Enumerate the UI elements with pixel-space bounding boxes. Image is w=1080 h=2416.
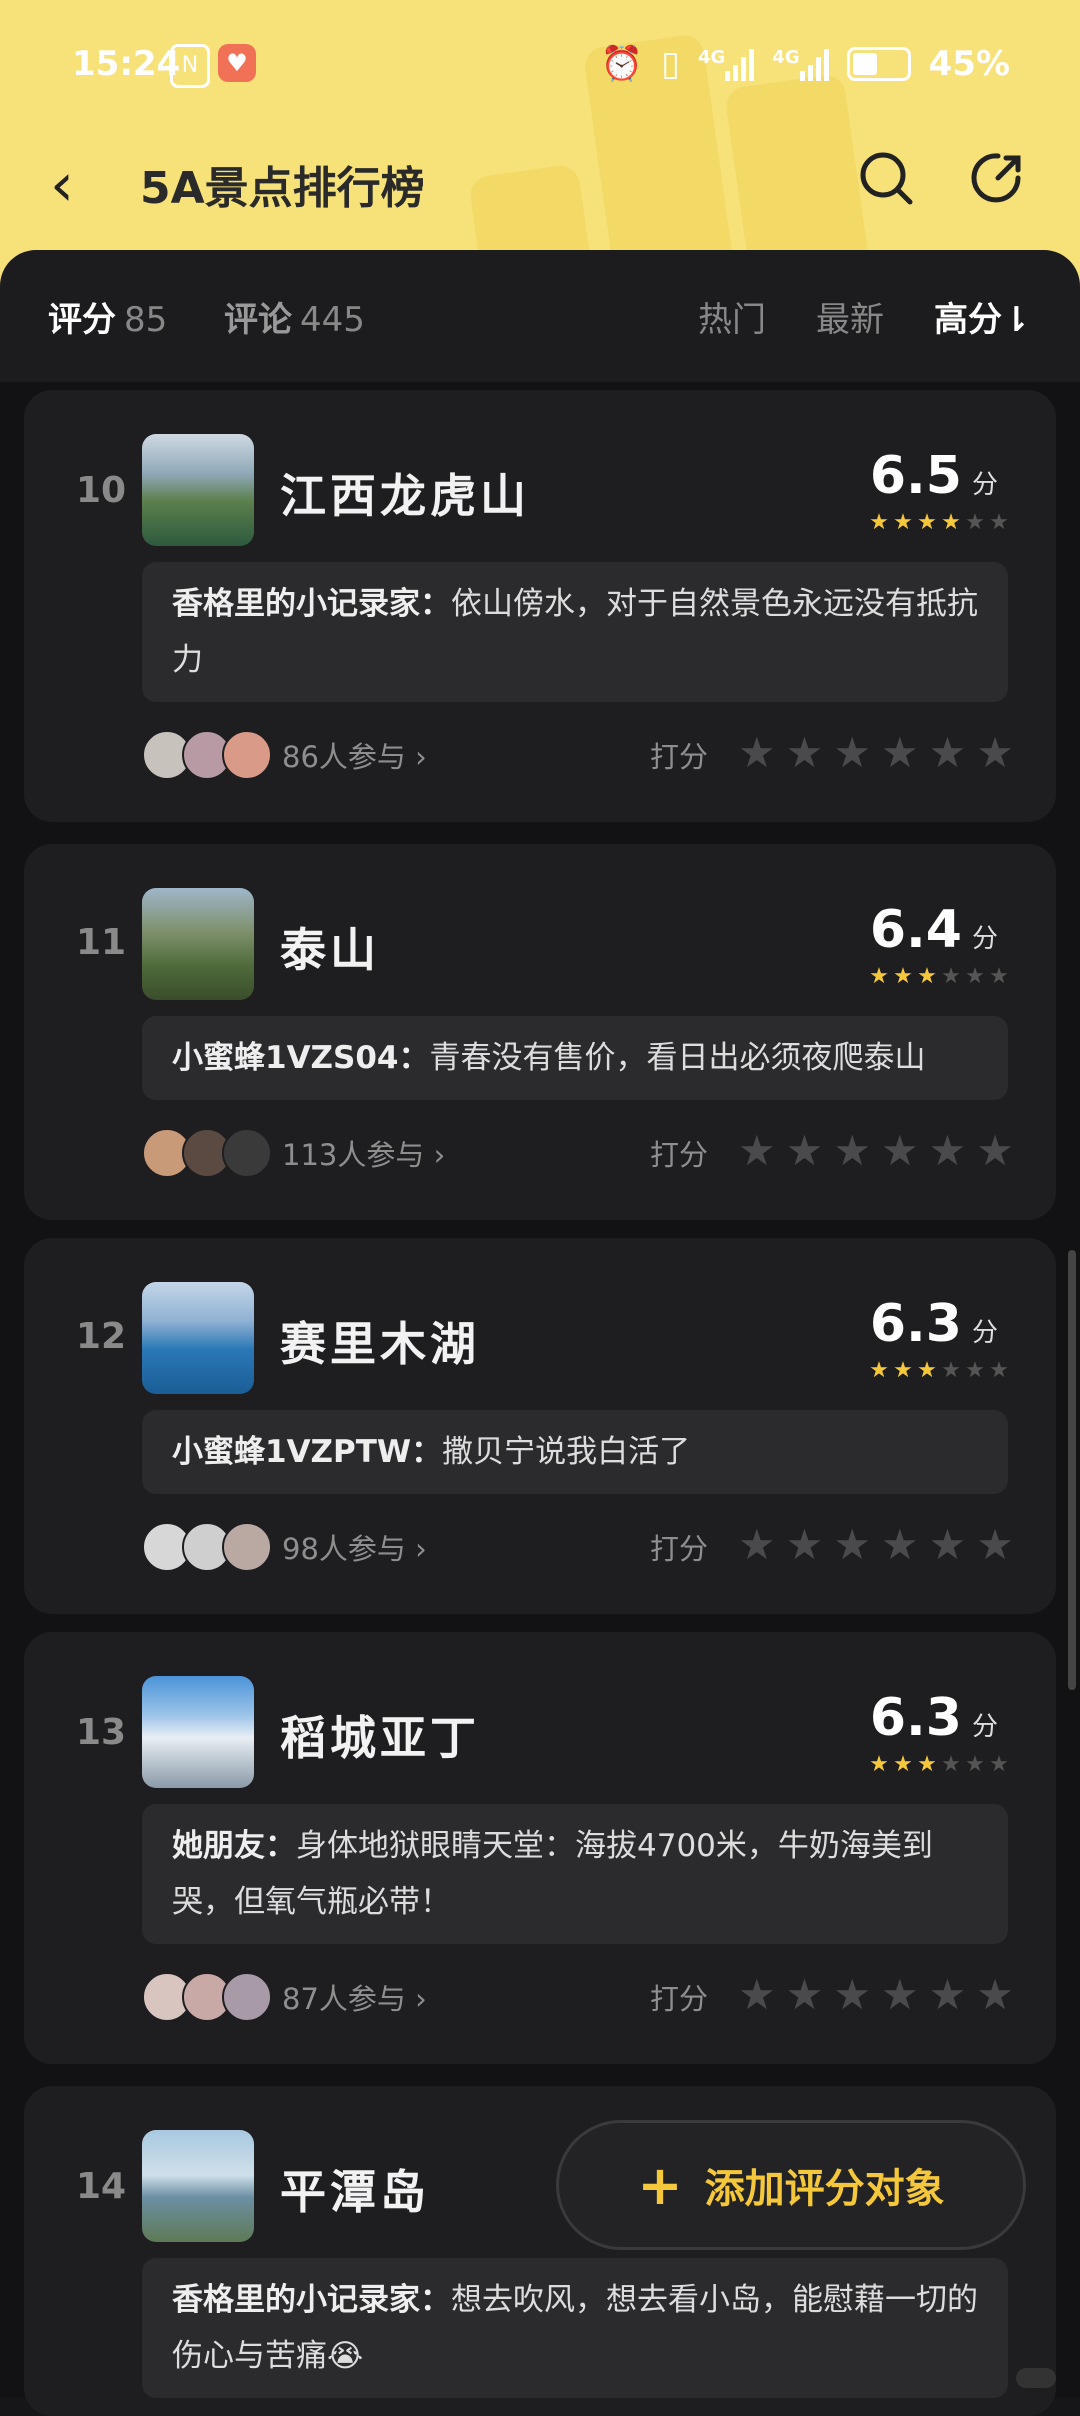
status-time: 15:24 (72, 44, 181, 84)
star-rating: ★ ★ ★ ★ ★ ★ (869, 1752, 1009, 1777)
nav-bar: ‹ 5A景点排行榜 (0, 140, 1080, 220)
add-rating-target-button[interactable]: + 添加评分对象 (556, 2120, 1026, 2250)
spot-thumbnail[interactable] (142, 434, 254, 546)
list-item[interactable]: 10 江西龙虎山 6.5 分 ★ ★ ★ ★ ★ ★ 香格里的小记录家：依山傍水，对于自然景… (24, 390, 1056, 822)
app-notification-icon: ♥ (218, 44, 256, 82)
card-footer: 98人参与 › 打分 ★ ★ ★ ★ ★ ★ (142, 1518, 1014, 1574)
battery-level: 45% (928, 44, 1010, 84)
card-footer: 113人参与 › 打分 ★ ★ ★ ★ ★ ★ (142, 1124, 1014, 1180)
rate-label: 打分 (650, 1532, 709, 1566)
list-item[interactable]: 11 泰山 6.4 分 ★ ★ ★ ★ ★ ★ 小蜜蜂1VZS04：青春没有售价，看日出必须… (24, 844, 1056, 1220)
rate-stars[interactable]: ★ ★ ★ ★ ★ ★ (738, 728, 1014, 777)
tab-hot[interactable]: 热门 (698, 292, 766, 341)
rank-number: 11 (76, 922, 127, 963)
top-comment[interactable]: 香格里的小记录家：依山傍水，对于自然景色永远没有抵抗力 (142, 562, 1008, 702)
signal-icon: 4G (698, 47, 755, 81)
page-title: 5A景点排行榜 (140, 163, 425, 214)
top-comment[interactable]: 小蜜蜂1VZPTW：撒贝宁说我白活了 (142, 1410, 1008, 1494)
avatar (222, 1522, 272, 1572)
star-rating: ★ ★ ★ ★ ★ ★ (869, 1358, 1009, 1383)
participants-link[interactable]: 113人参与 › (282, 1132, 445, 1174)
avatar (222, 1128, 272, 1178)
star-rating: ★ ★ ★ ★ ★ ★ (869, 510, 1009, 535)
score-value: 6.4 分 (869, 900, 998, 960)
participants-link[interactable]: 87人参与 › (282, 1976, 427, 2018)
rank-number: 12 (76, 1316, 127, 1357)
tab-reviews[interactable]: 评论 445 (224, 292, 365, 341)
vibrate-icon: ▯ (661, 44, 680, 84)
back-arrow-icon[interactable]: ‹ (50, 150, 74, 220)
spot-name: 稻城亚丁 (280, 1711, 480, 1765)
card-footer: 87人参与 › 打分 ★ ★ ★ ★ ★ ★ (142, 1968, 1014, 2024)
search-icon[interactable] (856, 148, 916, 208)
spot-name: 平潭岛 (280, 2165, 430, 2219)
rate-stars[interactable]: ★ ★ ★ ★ ★ ★ (738, 1970, 1014, 2019)
rank-number: 10 (76, 470, 127, 511)
status-bar: 15:24 N ♥ ⏰ ▯ 4G 4G 45% (0, 36, 1080, 96)
list-item[interactable]: 12 赛里木湖 6.3 分 ★ ★ ★ ★ ★ ★ 小蜜蜂1VZPTW：撒贝宁说我白活了 9… (24, 1238, 1056, 1614)
alarm-icon: ⏰ (600, 44, 644, 84)
nfc-icon: N (170, 44, 210, 88)
avatar (222, 730, 272, 780)
spot-thumbnail[interactable] (142, 1282, 254, 1394)
signal-icon: 4G (772, 47, 829, 81)
participants-link[interactable]: 98人参与 › (282, 1526, 427, 1568)
tab-high-score[interactable]: 高分⇂ (934, 292, 1031, 341)
rate-label: 打分 (650, 1982, 709, 2016)
add-button-label: 添加评分对象 (704, 2166, 945, 2212)
tab-newest[interactable]: 最新 (816, 292, 884, 341)
watermark-badge (1016, 2368, 1056, 2388)
plus-icon: + (637, 2153, 683, 2217)
score-value: 6.3 分 (869, 1688, 998, 1748)
rank-number: 14 (76, 2166, 127, 2207)
spot-thumbnail[interactable] (142, 1676, 254, 1788)
participant-avatars (142, 730, 272, 780)
rate-label: 打分 (650, 740, 709, 774)
tab-score[interactable]: 评分 85 (48, 292, 167, 341)
rate-stars[interactable]: ★ ★ ★ ★ ★ ★ (738, 1520, 1014, 1569)
top-comment[interactable]: 小蜜蜂1VZS04：青春没有售价，看日出必须夜爬泰山 (142, 1016, 1008, 1100)
card-footer: 86人参与 › 打分 ★ ★ ★ ★ ★ ★ (142, 726, 1014, 782)
star-rating: ★ ★ ★ ★ ★ ★ (869, 964, 1009, 989)
avatar (222, 1972, 272, 2022)
participants-link[interactable]: 86人参与 › (282, 734, 427, 776)
share-icon[interactable] (968, 148, 1028, 208)
spot-thumbnail[interactable] (142, 2130, 254, 2242)
spot-name: 赛里木湖 (280, 1317, 480, 1371)
list-item[interactable]: 13 稻城亚丁 6.3 分 ★ ★ ★ ★ ★ ★ 她朋友：身体地狱眼睛天堂：海拔4700米… (24, 1632, 1056, 2064)
top-comment[interactable]: 香格里的小记录家：想去吹风，想去看小岛，能慰藉一切的伤心与苦痛😭 (142, 2258, 1008, 2398)
header-bar: 15:24 N ♥ ⏰ ▯ 4G 4G 45% ‹ 5A景点排行榜 (0, 0, 1080, 290)
score-value: 6.5 分 (869, 446, 998, 506)
spot-thumbnail[interactable] (142, 888, 254, 1000)
score-value: 6.3 分 (869, 1294, 998, 1354)
spot-name: 泰山 (280, 923, 380, 977)
spot-name: 江西龙虎山 (280, 469, 530, 523)
status-right: ⏰ ▯ 4G 4G 45% (601, 44, 1010, 84)
rate-label: 打分 (650, 1138, 709, 1172)
rate-stars[interactable]: ★ ★ ★ ★ ★ ★ (738, 1126, 1014, 1175)
participant-avatars (142, 1972, 272, 2022)
scrollbar[interactable] (1068, 1250, 1076, 1690)
sort-tabs: 评分 85 评论 445 热门 最新 高分⇂ (0, 250, 1080, 380)
rank-number: 13 (76, 1712, 127, 1753)
battery-icon (846, 47, 911, 81)
top-comment[interactable]: 她朋友：身体地狱眼睛天堂：海拔4700米，牛奶海美到哭，但氧气瓶必带！ (142, 1804, 1008, 1944)
participant-avatars (142, 1522, 272, 1572)
participant-avatars (142, 1128, 272, 1178)
